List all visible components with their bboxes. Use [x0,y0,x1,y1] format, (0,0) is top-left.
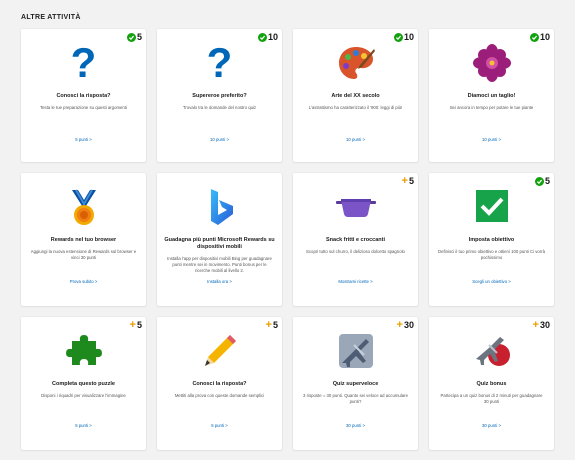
completed-badge: 10 [257,32,278,42]
card-description: Installa l'app per dispositivi mobili Bi… [167,256,272,273]
card-link[interactable]: Installa ora > [157,279,282,284]
plus-icon: + [129,318,136,331]
points-value: 5 [272,320,278,330]
card-link[interactable]: 30 punti > [293,423,418,428]
activity-card[interactable]: + 30 Quiz superveloce 3 risposte = 30 pu… [293,317,418,450]
card-description: Trovalo tra le domande del nostro quiz [182,105,257,110]
bonus-jet-icon [469,331,515,371]
points-badge: + 30 [396,318,414,331]
points-value: 5 [136,32,142,42]
check-icon [257,32,267,42]
card-title: Conosci la risposta? [192,381,247,387]
card-title: Guadagna più punti Microsoft Rewards su … [164,237,275,250]
activity-card[interactable]: 5 ? Conosci la risposta? Testa le tue pr… [21,29,146,162]
points-badge: + 5 [129,318,142,331]
card-title: Rewards nel tuo browser [50,237,117,243]
card-description: Disponi i riquadri per visualizzare l'im… [41,393,126,398]
palette-icon [333,43,379,83]
points-value: 5 [544,176,550,186]
card-title: Supereroe preferito? [192,93,247,99]
activity-card[interactable]: Guadagna più punti Microsoft Rewards su … [157,173,282,306]
points-badge: + 30 [532,318,550,331]
card-description: Partecipa a un quiz bonus di 2 minuti pe… [440,393,543,404]
activity-card[interactable]: 10 Arte del XX secolo L'astrattismo ha c… [293,29,418,162]
activity-card[interactable]: Rewards nel tuo browser Aggiungi la nuov… [21,173,146,306]
section-title: ALTRE ATTIVITÀ [21,14,81,21]
activity-card[interactable]: + 30 Quiz bonus Partecipa a un quiz bonu… [429,317,554,450]
flower-icon [469,43,515,83]
points-badge: + 5 [265,318,278,331]
completed-badge: 10 [393,32,414,42]
points-value: 10 [267,32,278,42]
activity-grid: 5 ? Conosci la risposta? Testa le tue pr… [21,29,556,450]
card-title: Diamoci un taglio! [467,93,516,99]
card-link[interactable]: 30 punti > [429,423,554,428]
card-link[interactable]: 5 punti > [21,423,146,428]
card-title: Completa questo puzzle [52,381,115,387]
card-title: Imposta obiettivo [468,237,515,243]
activity-card[interactable]: + 5 Conosci la risposta? Mettiti alla pr… [157,317,282,450]
activity-card[interactable]: 10 ? Supereroe preferito? Trovalo tra le… [157,29,282,162]
pencil-icon [197,331,243,371]
card-description: Definisci il tuo primo obiettivo e ottie… [438,249,545,260]
card-link[interactable]: 5 punti > [157,423,282,428]
check-icon [529,32,539,42]
plus-icon: + [265,318,272,331]
question-mark-icon: ? [206,39,233,86]
card-title: Conosci la risposta? [56,93,111,99]
activity-card[interactable]: + 5 Completa questo puzzle Disponi i riq… [21,317,146,450]
points-value: 30 [539,320,550,330]
card-description: Testa le tue preparazione su questi argo… [40,105,127,110]
card-title: Snack fritti e croccanti [326,237,385,243]
points-value: 5 [136,320,142,330]
card-link[interactable]: 10 punti > [293,137,418,142]
card-link[interactable]: Prova subito > [21,279,146,284]
card-description: L'astrattismo ha caratterizzato il '900:… [308,105,403,110]
card-link[interactable]: Scegli un obiettivo > [429,279,554,284]
card-title: Quiz superveloce [332,381,379,387]
card-link[interactable]: 10 punti > [429,137,554,142]
card-link[interactable]: 10 punti > [157,137,282,142]
plus-icon: + [532,318,539,331]
check-icon [126,32,136,42]
points-value: 10 [403,32,414,42]
plus-icon: + [396,318,403,331]
question-mark-icon: ? [70,39,97,86]
points-badge: + 5 [401,174,414,187]
card-description: 3 risposte = 30 punti. Quanto sei veloce… [303,393,408,404]
completed-badge: 10 [529,32,550,42]
check-icon [534,176,544,186]
puzzle-icon [61,331,107,371]
activity-card[interactable]: 10 Diamoci un taglio! Sei ancora in temp… [429,29,554,162]
card-title: Arte del XX secolo [331,93,380,99]
points-value: 30 [403,320,414,330]
card-title: Quiz bonus [476,381,507,387]
completed-badge: 5 [126,32,142,42]
card-link[interactable]: Mostrami ricette > [293,279,418,284]
bing-logo-icon [197,187,243,227]
checkbox-icon [469,187,515,227]
plus-icon: + [401,174,408,187]
check-icon [393,32,403,42]
card-description: Aggiungi la nuova estensione di Rewards … [30,249,137,260]
card-description: Sei ancora in tempo per potare le tue pi… [449,105,534,110]
pan-icon [333,187,379,227]
points-value: 5 [408,176,414,186]
card-description: Mettiti alla prova con queste domande se… [174,393,265,398]
completed-badge: 5 [534,176,550,186]
activity-card[interactable]: 5 Imposta obiettivo Definisci il tuo pri… [429,173,554,306]
medal-icon [61,187,107,227]
points-value: 10 [539,32,550,42]
activity-card[interactable]: + 5 Snack fritti e croccanti Scopri tutt… [293,173,418,306]
card-link[interactable]: 5 punti > [21,137,146,142]
card-description: Scopri tutto sul churro, il delizioso do… [306,249,405,254]
jet-icon [333,331,379,371]
